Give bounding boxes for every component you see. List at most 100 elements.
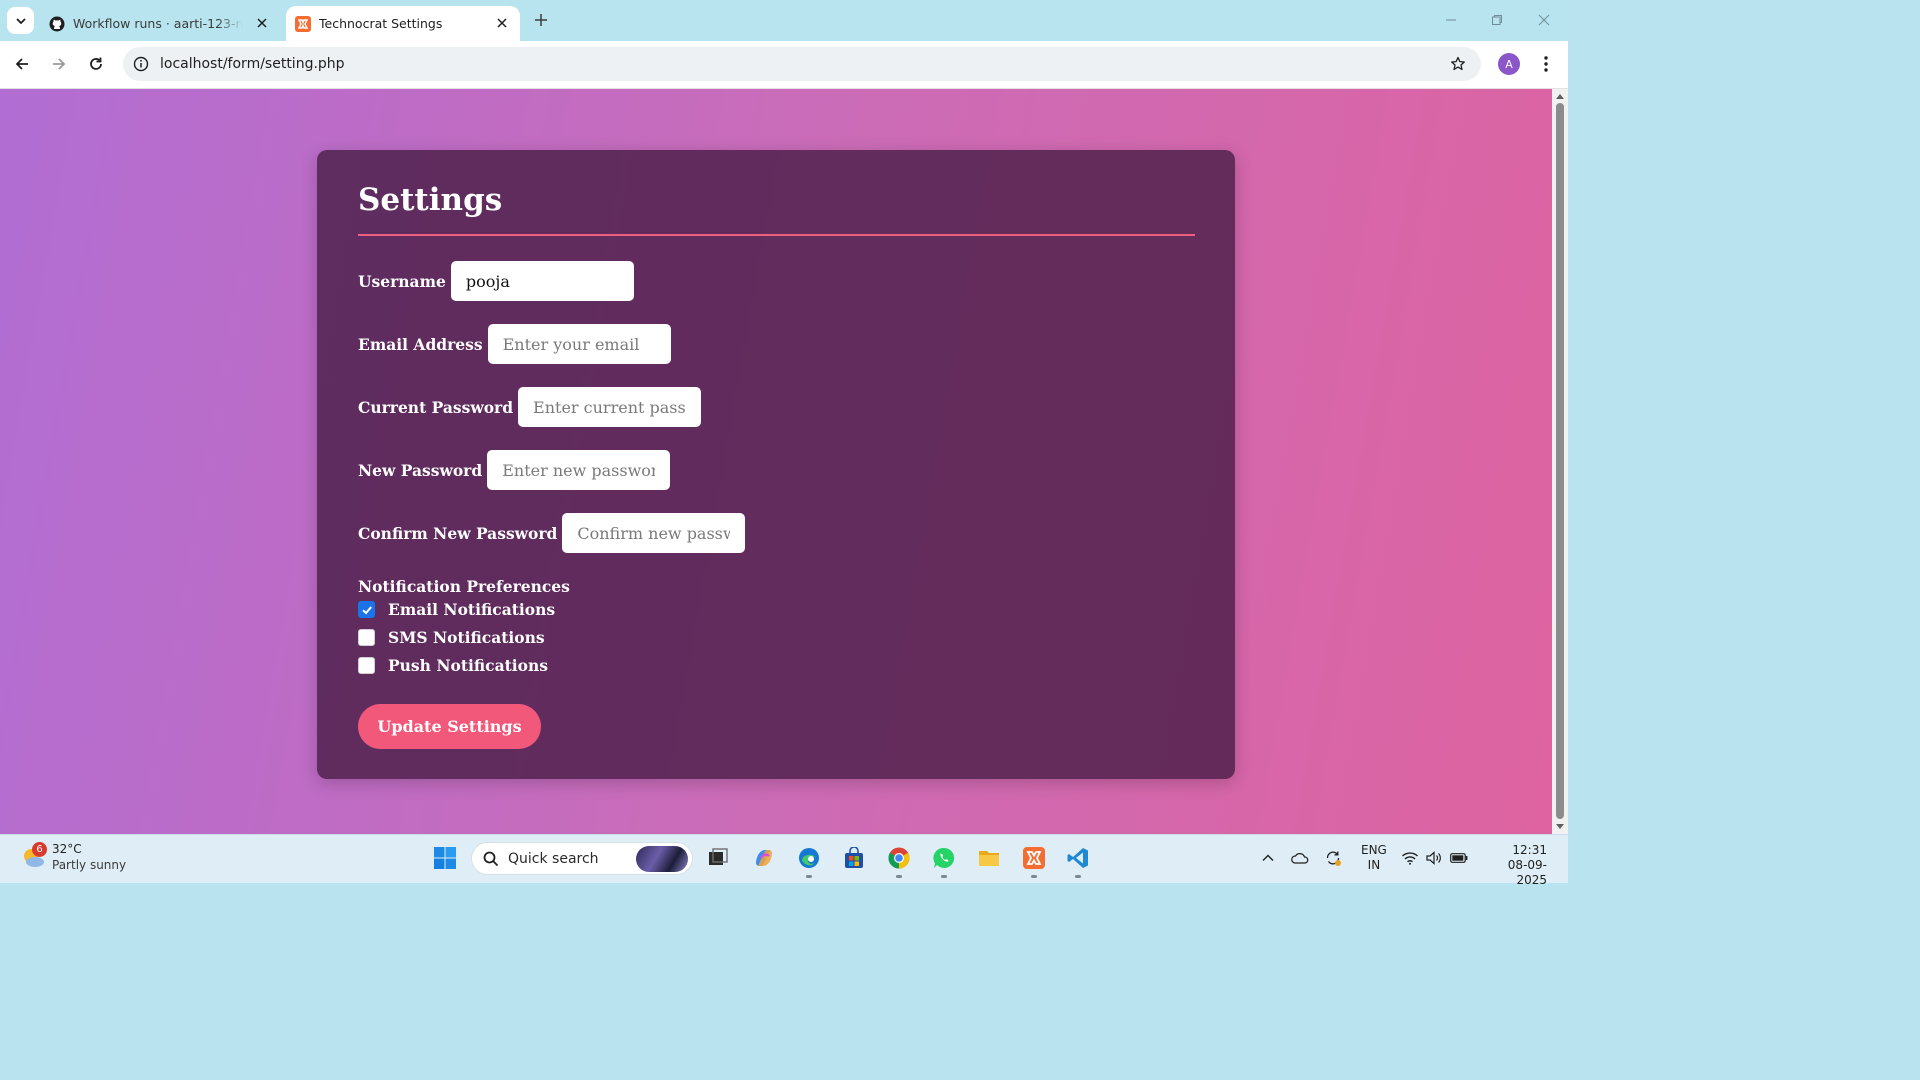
email-notifications-label: Email Notifications: [388, 600, 556, 619]
clock-time: 12:31: [1512, 843, 1547, 857]
search-highlight-image: [636, 846, 688, 872]
task-view-icon[interactable]: [704, 844, 732, 872]
profile-avatar[interactable]: A: [1498, 53, 1520, 75]
tab-search-button[interactable]: [7, 7, 34, 34]
windows-taskbar: 6 32°C Partly sunny Quick search ENG IN …: [0, 834, 1568, 887]
reload-icon: [90, 57, 102, 70]
tab-title: Workflow runs · aarti-123-rgb/a: [73, 16, 243, 31]
more-vertical-icon: [1544, 56, 1548, 72]
search-icon: [482, 850, 500, 868]
region-code: IN: [1367, 858, 1381, 872]
current-password-input[interactable]: [518, 387, 702, 427]
checkmark-icon: [361, 605, 372, 614]
username-row: Username: [358, 261, 634, 301]
volume-icon[interactable]: [1425, 849, 1443, 867]
page-background: Settings Username Email Address Current …: [0, 89, 1552, 834]
wifi-icon[interactable]: [1401, 849, 1419, 867]
clock-date: 08-09-2025: [1507, 858, 1547, 887]
username-input[interactable]: [450, 261, 634, 301]
sms-notifications-checkbox[interactable]: [358, 629, 375, 646]
address-bar[interactable]: localhost/form/setting.php: [123, 47, 1481, 81]
xampp-icon[interactable]: [1020, 844, 1048, 872]
restore-button[interactable]: [1486, 10, 1508, 30]
email-label: Email Address: [358, 334, 483, 354]
scroll-down-icon[interactable]: [1555, 823, 1565, 831]
weather-temperature: 32°C: [52, 842, 82, 856]
running-indicator: [1075, 875, 1081, 878]
windows-start-icon[interactable]: [431, 844, 459, 872]
taskbar-search[interactable]: Quick search: [471, 842, 693, 875]
running-indicator: [941, 875, 947, 878]
scroll-up-icon[interactable]: [1555, 92, 1565, 100]
weather-widget[interactable]: 6 32°C Partly sunny: [20, 841, 126, 873]
back-button[interactable]: [11, 53, 33, 75]
github-icon: [49, 16, 65, 32]
restore-icon: [1492, 15, 1502, 25]
confirm-password-label: Confirm New Password: [358, 523, 558, 543]
vscode-icon[interactable]: [1064, 844, 1092, 872]
email-notifications-checkbox[interactable]: [358, 601, 375, 618]
close-icon[interactable]: [254, 15, 270, 31]
language-code: ENG: [1361, 843, 1387, 857]
page-scrollbar[interactable]: [1552, 89, 1568, 834]
close-icon[interactable]: [494, 15, 510, 31]
show-hidden-icons-icon[interactable]: [1259, 849, 1277, 867]
site-info-icon[interactable]: [132, 55, 150, 73]
sync-icon[interactable]: [1324, 849, 1342, 867]
tab-title: Technocrat Settings: [319, 16, 443, 31]
current-password-row: Current Password: [358, 387, 702, 427]
tab-workflow-runs[interactable]: Workflow runs · aarti-123-rgb/a: [40, 6, 280, 41]
system-clock[interactable]: 12:31 08-09-2025: [1483, 843, 1547, 888]
running-indicator: [1031, 875, 1037, 878]
confirm-password-input[interactable]: [562, 513, 746, 553]
settings-card: Settings Username Email Address Current …: [317, 150, 1235, 779]
edge-icon[interactable]: [795, 844, 823, 872]
bookmark-star-icon[interactable]: [1449, 55, 1467, 73]
partly-sunny-icon: 6: [20, 842, 47, 870]
update-settings-button[interactable]: Update Settings: [358, 704, 541, 749]
battery-icon[interactable]: [1450, 849, 1468, 867]
copilot-icon[interactable]: [750, 844, 778, 872]
scrollbar-thumb[interactable]: [1556, 103, 1564, 819]
new-password-input[interactable]: [487, 450, 671, 490]
browser-menu-button[interactable]: [1536, 53, 1556, 75]
forward-button[interactable]: [48, 53, 70, 75]
page-title: Settings: [358, 182, 503, 218]
microsoft-store-icon[interactable]: [840, 844, 868, 872]
tab-technocrat-settings[interactable]: Technocrat Settings: [286, 6, 520, 41]
chrome-icon[interactable]: [885, 844, 913, 872]
sms-notifications-option[interactable]: SMS Notifications: [358, 628, 545, 647]
whatsapp-icon[interactable]: [930, 844, 958, 872]
new-tab-button[interactable]: [531, 10, 551, 30]
email-input[interactable]: [487, 324, 671, 364]
current-password-label: Current Password: [358, 397, 514, 417]
username-label: Username: [358, 271, 446, 291]
chevron-down-icon: [15, 17, 26, 24]
push-notifications-checkbox[interactable]: [358, 657, 375, 674]
push-notifications-option[interactable]: Push Notifications: [358, 656, 548, 675]
email-row: Email Address: [358, 324, 671, 364]
running-indicator: [806, 875, 812, 878]
browser-tab-bar: Workflow runs · aarti-123-rgb/a Technocr…: [0, 0, 1568, 41]
plus-icon: [535, 14, 547, 26]
push-notifications-label: Push Notifications: [388, 656, 549, 675]
reload-button[interactable]: [85, 53, 107, 75]
new-password-row: New Password: [358, 450, 671, 490]
file-explorer-icon[interactable]: [975, 844, 1003, 872]
title-divider: [358, 234, 1195, 236]
browser-toolbar: localhost/form/setting.php A: [0, 41, 1568, 89]
url-text[interactable]: localhost/form/setting.php: [160, 56, 345, 72]
input-language-indicator[interactable]: ENG IN: [1361, 843, 1387, 873]
onedrive-icon[interactable]: [1291, 849, 1309, 867]
weather-condition: Partly sunny: [52, 858, 127, 872]
search-label: Quick search: [508, 851, 599, 867]
sms-notifications-label: SMS Notifications: [388, 628, 545, 647]
arrow-left-icon: [15, 58, 28, 70]
confirm-password-row: Confirm New Password: [358, 513, 746, 553]
email-notifications-option[interactable]: Email Notifications: [358, 600, 555, 619]
running-indicator: [896, 875, 902, 878]
close-icon: [1538, 14, 1550, 26]
new-password-label: New Password: [358, 460, 483, 480]
minimize-button[interactable]: [1440, 10, 1462, 30]
window-close-button[interactable]: [1533, 10, 1555, 30]
